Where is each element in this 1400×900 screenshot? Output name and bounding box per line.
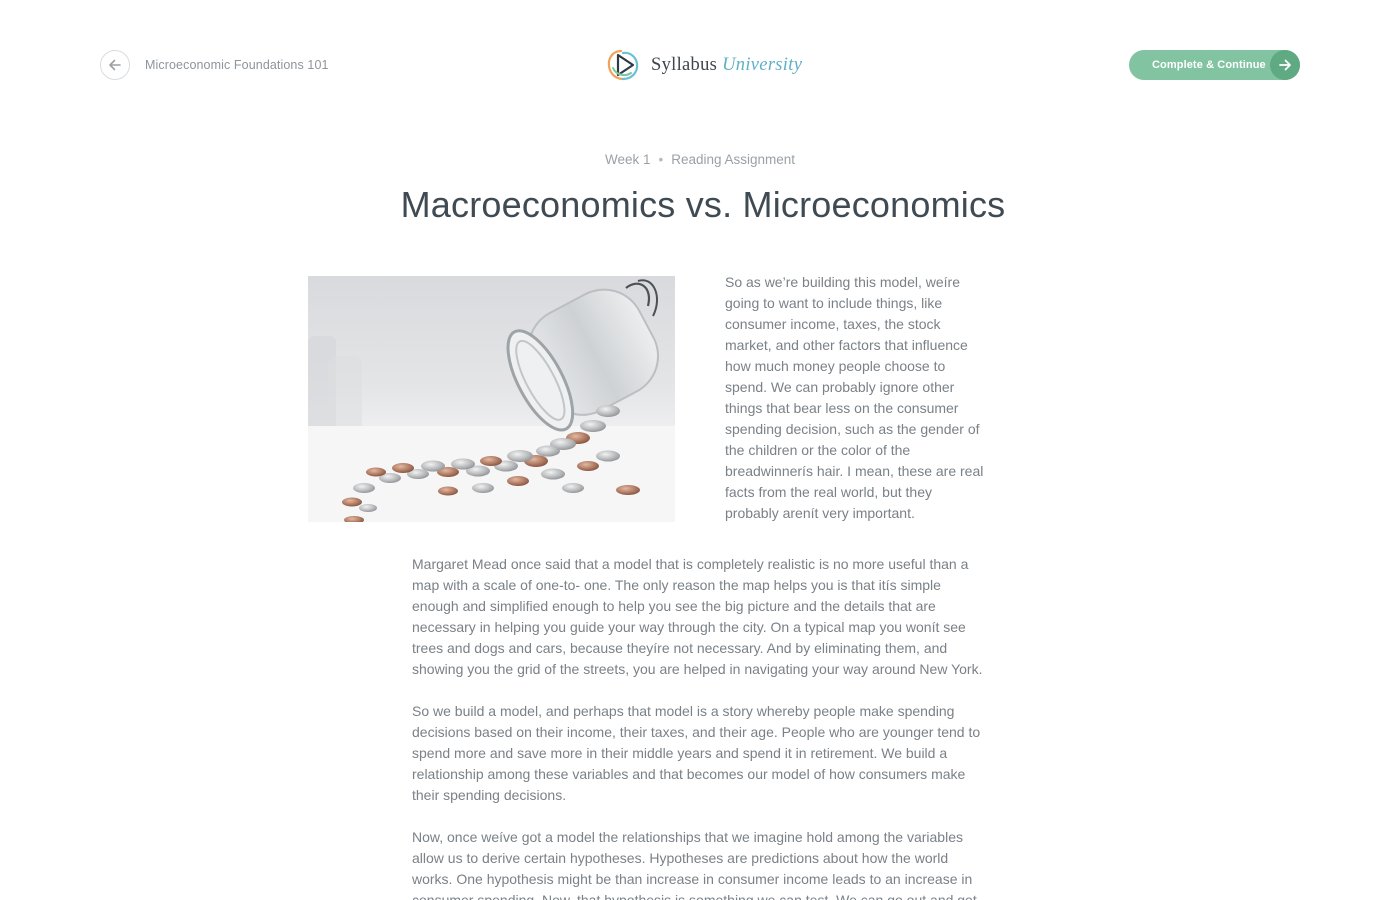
lesson-week: Week 1 <box>604 152 651 167</box>
paragraph-4: Now, once weíve got a model the relation… <box>412 829 977 900</box>
brand-logo[interactable]: Syllabus University <box>607 48 802 82</box>
paragraph-1: So as we’re building this model, weíre g… <box>725 274 984 521</box>
course-breadcrumb[interactable]: Microeconomic Foundations 101 <box>145 58 329 72</box>
syllabus-logo-icon <box>607 49 639 81</box>
arrow-right-icon <box>1270 50 1300 80</box>
brand-name-accent: University <box>722 54 803 75</box>
brand-name: Syllabus <box>651 54 718 75</box>
page-title: Macroeconomics vs. Microeconomics <box>400 184 1006 225</box>
separator-dot: • <box>658 152 664 167</box>
paragraph-2: Margaret Mead once said that a model tha… <box>412 556 983 677</box>
lesson-eyebrow: Week 1 • Reading Assignment <box>0 152 1400 167</box>
complete-continue-label: Complete & Continue <box>1152 59 1266 71</box>
lesson-type: Reading Assignment <box>671 152 796 167</box>
complete-continue-button[interactable]: Complete & Continue <box>1129 50 1300 80</box>
paragraph-3: So we build a model, and perhaps that mo… <box>412 703 981 803</box>
back-button[interactable] <box>100 50 130 80</box>
lesson-image <box>308 276 675 522</box>
arrow-left-icon <box>109 59 121 71</box>
